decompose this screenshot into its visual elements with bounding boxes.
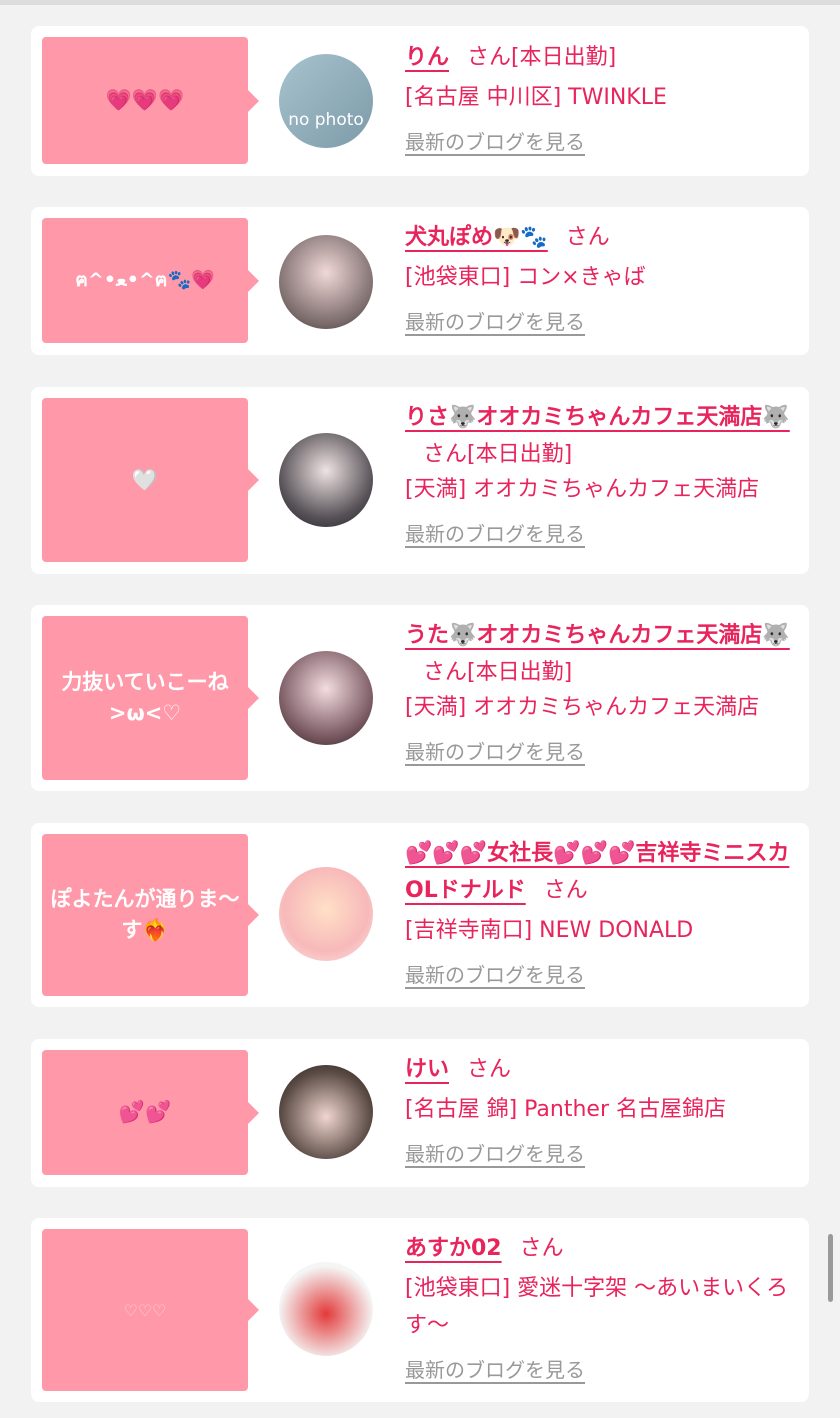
message-bubble: 💕💕	[42, 1050, 259, 1175]
info-block: 💕💕💕女社長💕💕💕吉祥寺ミニスカOLドナルド さん [吉祥寺南口] NEW DON…	[405, 835, 805, 988]
message-bubble: 💗💗💗	[42, 37, 259, 164]
latest-blog-link[interactable]: 最新のブログを見る	[405, 959, 585, 988]
avatar[interactable]	[279, 1262, 373, 1356]
girl-name-link[interactable]: あすか02	[405, 1236, 502, 1261]
girl-card: ぽよたんが通りま〜す❤️‍🔥 💕💕💕女社長💕💕💕吉祥寺ミニスカOLドナルド さん …	[31, 823, 809, 1007]
avatar[interactable]	[279, 235, 373, 329]
girl-card: ฅ^•ﻌ•^ฅ🐾💗 犬丸ぽめ🐶🐾 さん [池袋東口] コン×きゃば 最新のブログを…	[31, 207, 809, 355]
info-block: うた🐺オオカミちゃんカフェ天満店🐺さん[本日出勤] [天満] オオカミちゃんカフ…	[405, 617, 805, 765]
girl-name-link[interactable]: りさ🐺オオカミちゃんカフェ天満店🐺	[405, 405, 790, 430]
girl-name-link[interactable]: うた🐺オオカミちゃんカフェ天満店🐺	[405, 623, 790, 648]
shop-info: [天満] オオカミちゃんカフェ天満店	[405, 695, 760, 720]
info-block: 犬丸ぽめ🐶🐾 さん [池袋東口] コン×きゃば 最新のブログを見る	[405, 219, 805, 335]
top-divider	[0, 0, 840, 5]
avatar[interactable]	[279, 433, 373, 527]
info-block: けい さん [名古屋 錦] Panther 名古屋錦店 最新のブログを見る	[405, 1051, 805, 1167]
avatar[interactable]	[279, 1065, 373, 1159]
no-photo-label: no photo	[288, 110, 364, 130]
message-bubble: ぽよたんが通りま〜す❤️‍🔥	[42, 834, 259, 996]
girl-card: ♡♡♡ あすか02 さん [池袋東口] 愛迷十字架 〜あいまいくろす〜 最新のブロ…	[31, 1218, 809, 1402]
girl-card: 🤍 りさ🐺オオカミちゃんカフェ天満店🐺さん[本日出勤] [天満] オオカミちゃん…	[31, 387, 809, 574]
latest-blog-link[interactable]: 最新のブログを見る	[405, 306, 585, 335]
shop-info: [池袋東口] コン×きゃば	[405, 265, 646, 290]
info-block: りさ🐺オオカミちゃんカフェ天満店🐺さん[本日出勤] [天満] オオカミちゃんカフ…	[405, 399, 805, 547]
shop-info: [名古屋 中川区] TWINKLE	[405, 85, 667, 110]
girl-name-link[interactable]: 犬丸ぽめ🐶🐾	[405, 225, 548, 250]
girl-name-link[interactable]: けい	[405, 1057, 449, 1082]
latest-blog-link[interactable]: 最新のブログを見る	[405, 1354, 585, 1383]
shop-info: [天満] オオカミちゃんカフェ天満店	[405, 477, 760, 502]
girl-card: 💕💕 けい さん [名古屋 錦] Panther 名古屋錦店 最新のブログを見る	[31, 1039, 809, 1187]
latest-blog-link[interactable]: 最新のブログを見る	[405, 736, 585, 765]
girl-card: 力抜いていこーね >ω<♡ うた🐺オオカミちゃんカフェ天満店🐺さん[本日出勤] …	[31, 605, 809, 791]
latest-blog-link[interactable]: 最新のブログを見る	[405, 1138, 585, 1167]
girl-name-link[interactable]: りん	[405, 45, 449, 70]
attendance-status: [本日出勤]	[467, 442, 573, 467]
latest-blog-link[interactable]: 最新のブログを見る	[405, 126, 585, 155]
info-block: りん さん[本日出勤] [名古屋 中川区] TWINKLE 最新のブログを見る	[405, 39, 805, 155]
message-bubble: 🤍	[42, 398, 259, 562]
shop-info: [吉祥寺南口] NEW DONALD	[405, 918, 694, 943]
avatar[interactable]: no photo	[279, 54, 373, 148]
attendance-status: [本日出勤]	[511, 45, 617, 70]
shop-info: [池袋東口] 愛迷十字架 〜あいまいくろす〜	[405, 1276, 789, 1338]
message-bubble: 力抜いていこーね >ω<♡	[42, 616, 259, 780]
girl-name-link[interactable]: 💕💕💕女社長💕💕💕吉祥寺ミニスカOLドナルド	[405, 841, 789, 903]
girl-card: 💗💗💗 no photo りん さん[本日出勤] [名古屋 中川区] TWINKL…	[31, 26, 809, 176]
message-bubble: ♡♡♡	[42, 1229, 259, 1391]
latest-blog-link[interactable]: 最新のブログを見る	[405, 518, 585, 547]
info-block: あすか02 さん [池袋東口] 愛迷十字架 〜あいまいくろす〜 最新のブログを見る	[405, 1230, 805, 1383]
avatar[interactable]	[279, 651, 373, 745]
attendance-status: [本日出勤]	[467, 660, 573, 685]
avatar[interactable]	[279, 867, 373, 961]
shop-info: [名古屋 錦] Panther 名古屋錦店	[405, 1097, 726, 1122]
scrollbar-thumb[interactable]	[828, 1234, 833, 1302]
message-bubble: ฅ^•ﻌ•^ฅ🐾💗	[42, 218, 259, 343]
